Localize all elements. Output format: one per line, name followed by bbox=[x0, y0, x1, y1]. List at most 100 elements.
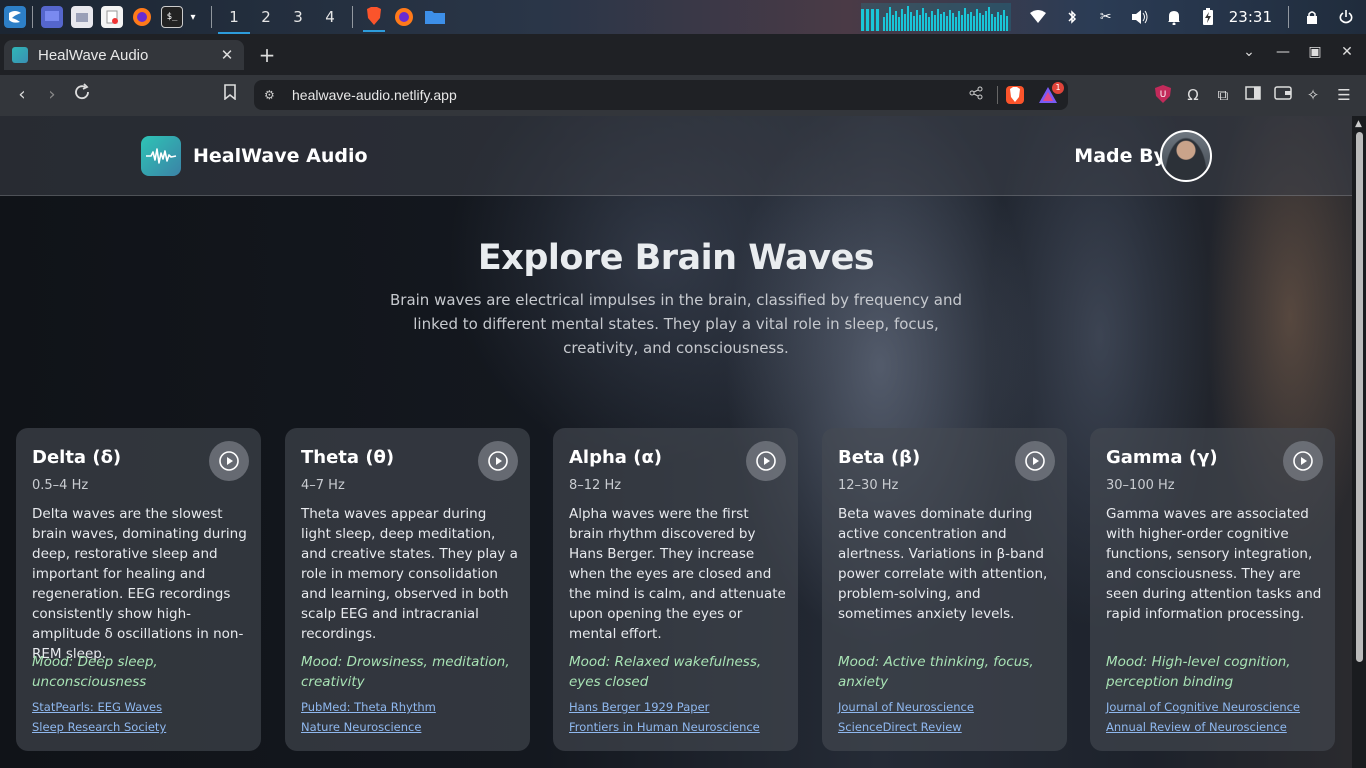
menu-icon[interactable]: ☰ bbox=[1334, 85, 1354, 105]
hero-description: Brain waves are electrical impulses in t… bbox=[389, 291, 962, 357]
omega-icon[interactable]: Ω bbox=[1183, 85, 1203, 105]
card-mood: Mood: Relaxed wakefulness, eyes closed bbox=[569, 654, 762, 690]
reference-link[interactable]: PubMed: Theta Rhythm bbox=[301, 700, 436, 714]
audio-visualizer bbox=[860, 3, 1011, 31]
workspace-4[interactable]: 4 bbox=[314, 0, 346, 34]
reference-link[interactable]: StatPearls: EEG Waves bbox=[32, 700, 162, 714]
card-description: Alpha waves were the first brain rhythm … bbox=[569, 506, 786, 642]
hero-title: Explore Brain Waves bbox=[477, 238, 875, 278]
site-title[interactable]: HealWave Audio bbox=[193, 145, 368, 167]
kde-menu-icon[interactable] bbox=[4, 6, 26, 28]
wallet-icon[interactable] bbox=[1273, 85, 1293, 105]
leo-ai-icon[interactable]: ✧ bbox=[1303, 85, 1323, 105]
forward-button[interactable]: › bbox=[40, 83, 64, 107]
clock[interactable]: 23:31 bbox=[1229, 8, 1272, 26]
card-title: Beta (β) bbox=[838, 447, 921, 468]
play-icon bbox=[1025, 451, 1045, 471]
ublock-icon[interactable]: U bbox=[1153, 85, 1173, 105]
share-icon[interactable] bbox=[969, 86, 989, 104]
browser-toolbar: ‹ › ⚙ healwave-audio.netlify.app 1 U Ω ⧉… bbox=[0, 75, 1366, 116]
url-text[interactable]: healwave-audio.netlify.app bbox=[292, 87, 969, 103]
bell-icon[interactable] bbox=[1164, 7, 1184, 27]
desktop-icon[interactable] bbox=[41, 6, 63, 28]
workspace-1[interactable]: 1 bbox=[218, 0, 250, 34]
maximize-button[interactable]: ▣ bbox=[1304, 44, 1326, 60]
reference-link[interactable]: Sleep Research Society bbox=[32, 720, 166, 734]
text-editor-icon[interactable] bbox=[101, 6, 123, 28]
play-button[interactable] bbox=[746, 441, 786, 481]
volume-icon[interactable] bbox=[1130, 7, 1150, 27]
svg-text:U: U bbox=[1160, 90, 1167, 100]
reference-link[interactable]: Hans Berger 1929 Paper bbox=[569, 700, 709, 714]
scroll-thumb[interactable] bbox=[1356, 132, 1363, 662]
extensions-icon[interactable]: ⧉ bbox=[1213, 85, 1233, 105]
taskbar-separator bbox=[211, 6, 212, 28]
webpage: HealWave Audio Made By Explore Brain Wav… bbox=[0, 116, 1352, 768]
reference-link[interactable]: Annual Review of Neuroscience bbox=[1106, 720, 1287, 734]
close-icon[interactable]: ✕ bbox=[218, 46, 236, 64]
play-button[interactable] bbox=[478, 441, 518, 481]
card-mood: Mood: Active thinking, focus, anxiety bbox=[838, 654, 1034, 690]
wave-card-theta: Theta (θ) 4–7 Hz Theta waves appear duri… bbox=[285, 428, 530, 751]
bluetooth-icon[interactable] bbox=[1062, 7, 1082, 27]
wave-card-beta: Beta (β) 12–30 Hz Beta waves dominate du… bbox=[822, 428, 1067, 751]
address-bar[interactable]: ⚙ healwave-audio.netlify.app 1 bbox=[254, 80, 1068, 110]
page-scrollbar[interactable]: ▲ bbox=[1352, 116, 1366, 768]
logo-waveform-icon[interactable] bbox=[141, 136, 181, 176]
reference-link[interactable]: Journal of Cognitive Neuroscience bbox=[1106, 700, 1300, 714]
folder-icon[interactable] bbox=[423, 6, 447, 28]
card-mood: Mood: High-level cognition, perception b… bbox=[1106, 654, 1291, 690]
wifi-icon[interactable] bbox=[1028, 7, 1048, 27]
minimize-button[interactable]: — bbox=[1272, 44, 1294, 60]
sidebar-icon[interactable] bbox=[1243, 85, 1263, 105]
card-description: Gamma waves are associated with higher-o… bbox=[1106, 506, 1322, 622]
play-icon bbox=[488, 451, 508, 471]
taskbar-separator bbox=[352, 6, 353, 28]
brave-icon[interactable] bbox=[363, 2, 385, 32]
play-icon bbox=[756, 451, 776, 471]
tab-list-chevron-icon[interactable]: ⌄ bbox=[1238, 44, 1260, 60]
workspace-2[interactable]: 2 bbox=[250, 0, 282, 34]
bookmark-icon[interactable] bbox=[218, 83, 242, 107]
reference-link[interactable]: Frontiers in Human Neuroscience bbox=[569, 720, 760, 734]
card-frequency: 30–100 Hz bbox=[1106, 478, 1175, 493]
taskbar-separator bbox=[32, 6, 33, 28]
terminal-icon[interactable]: $_ bbox=[161, 6, 183, 28]
taskbar-separator bbox=[1288, 6, 1289, 28]
tools-icon[interactable]: ✂ bbox=[1096, 7, 1116, 27]
tab-title: HealWave Audio bbox=[38, 46, 149, 64]
play-button[interactable] bbox=[209, 441, 249, 481]
card-title: Gamma (γ) bbox=[1106, 447, 1218, 468]
power-icon[interactable] bbox=[1336, 7, 1356, 27]
lock-icon[interactable] bbox=[1302, 7, 1322, 27]
chevron-down-icon[interactable]: ▾ bbox=[187, 6, 199, 28]
card-description: Delta waves are the slowest brain waves,… bbox=[32, 506, 247, 662]
play-icon bbox=[1293, 451, 1313, 471]
wave-card-delta: Delta (δ) 0.5–4 Hz Delta waves are the s… bbox=[16, 428, 261, 751]
brave-rewards-icon[interactable]: 1 bbox=[1038, 82, 1064, 104]
card-mood: Mood: Deep sleep, unconsciousness bbox=[32, 654, 158, 690]
play-button[interactable] bbox=[1283, 441, 1323, 481]
avatar[interactable] bbox=[1160, 130, 1212, 182]
workspace-3[interactable]: 3 bbox=[282, 0, 314, 34]
reference-link[interactable]: Journal of Neuroscience bbox=[838, 700, 974, 714]
file-manager-icon[interactable] bbox=[71, 6, 93, 28]
close-window-button[interactable]: ✕ bbox=[1336, 44, 1358, 60]
play-button[interactable] bbox=[1015, 441, 1055, 481]
back-button[interactable]: ‹ bbox=[10, 83, 34, 107]
firefox-icon[interactable] bbox=[393, 6, 415, 28]
wave-card-alpha: Alpha (α) 8–12 Hz Alpha waves were the f… bbox=[553, 428, 798, 751]
card-frequency: 4–7 Hz bbox=[301, 478, 345, 493]
browser-tabbar: HealWave Audio ✕ + ⌄ — ▣ ✕ bbox=[0, 34, 1366, 75]
firefox-icon[interactable] bbox=[131, 6, 153, 28]
scroll-up-icon[interactable]: ▲ bbox=[1355, 119, 1362, 129]
reference-link[interactable]: ScienceDirect Review bbox=[838, 720, 962, 734]
battery-icon[interactable] bbox=[1198, 7, 1218, 27]
reload-button[interactable] bbox=[70, 83, 94, 107]
card-frequency: 12–30 Hz bbox=[838, 478, 899, 493]
new-tab-button[interactable]: + bbox=[256, 44, 278, 66]
site-info-icon[interactable]: ⚙ bbox=[264, 88, 280, 102]
brave-shield-icon[interactable] bbox=[1006, 86, 1024, 104]
browser-tab[interactable]: HealWave Audio ✕ bbox=[4, 40, 244, 70]
reference-link[interactable]: Nature Neuroscience bbox=[301, 720, 421, 734]
